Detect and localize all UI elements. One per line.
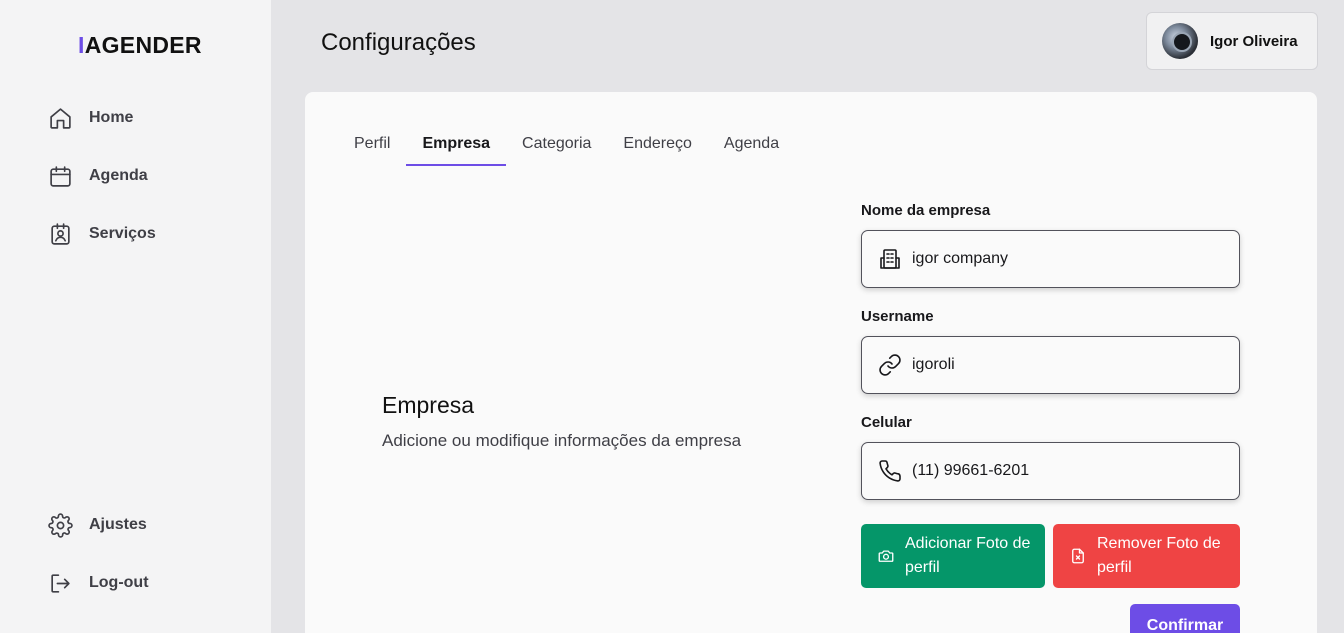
page-title: Configurações xyxy=(321,29,476,56)
phone-field[interactable] xyxy=(861,442,1240,500)
camera-icon xyxy=(878,550,894,562)
avatar xyxy=(1162,23,1198,59)
sidebar-item-label: Home xyxy=(89,109,134,126)
gear-icon xyxy=(48,512,73,538)
settings-tabs: Perfil Empresa Categoria Endereço Agenda xyxy=(338,128,795,166)
user-name: Igor Oliveira xyxy=(1210,32,1298,50)
sidebar-item-home[interactable]: Home xyxy=(48,103,133,133)
calendar-icon xyxy=(50,165,71,187)
add-photo-label: Adicionar Foto de perfil xyxy=(905,535,1031,576)
username-field[interactable] xyxy=(861,336,1240,394)
sidebar-item-logout[interactable]: Log-out xyxy=(48,568,149,598)
app-logo[interactable]: IAGENDER xyxy=(78,32,202,59)
confirm-button[interactable]: Confirmar xyxy=(1130,604,1240,633)
tab-agenda[interactable]: Agenda xyxy=(708,128,795,166)
sidebar-item-servicos[interactable]: Serviços xyxy=(48,219,156,249)
sidebar-item-label: Agenda xyxy=(89,167,148,184)
username-label: Username xyxy=(861,308,934,325)
company-name-field[interactable] xyxy=(861,230,1240,288)
settings-card: Perfil Empresa Categoria Endereço Agenda… xyxy=(305,92,1317,633)
sidebar-item-label: Serviços xyxy=(89,225,156,242)
section-description: Adicione ou modifique informações da emp… xyxy=(382,431,742,450)
clipboard-user-icon xyxy=(51,222,70,245)
section-title: Empresa xyxy=(382,392,475,418)
link-icon xyxy=(879,354,901,376)
sidebar: IAGENDER Home Agenda Serviços Ajustes Lo… xyxy=(0,0,272,633)
add-photo-button[interactable]: Adicionar Foto de perfil xyxy=(861,524,1045,588)
username-input[interactable] xyxy=(912,356,1212,374)
tab-perfil[interactable]: Perfil xyxy=(338,128,406,166)
remove-photo-label: Remover Foto de perfil xyxy=(1097,535,1221,576)
tab-empresa[interactable]: Empresa xyxy=(406,128,507,166)
sidebar-item-label: Log-out xyxy=(89,574,149,591)
tab-categoria[interactable]: Categoria xyxy=(506,128,607,166)
tab-endereco[interactable]: Endereço xyxy=(607,128,708,166)
company-name-label: Nome da empresa xyxy=(861,202,991,219)
user-menu-button[interactable]: Igor Oliveira xyxy=(1146,12,1318,70)
building-icon xyxy=(880,249,900,269)
logout-icon xyxy=(51,573,70,593)
remove-photo-button[interactable]: Remover Foto de perfil xyxy=(1053,524,1240,588)
phone-input[interactable] xyxy=(912,462,1212,480)
file-x-icon xyxy=(1072,548,1084,564)
company-name-input[interactable] xyxy=(912,250,1212,268)
sidebar-item-label: Ajustes xyxy=(89,516,147,533)
phone-icon xyxy=(879,460,901,482)
sidebar-item-agenda[interactable]: Agenda xyxy=(48,161,148,191)
phone-label: Celular xyxy=(861,414,912,431)
sidebar-item-ajustes[interactable]: Ajustes xyxy=(48,510,147,540)
home-icon xyxy=(50,107,71,129)
